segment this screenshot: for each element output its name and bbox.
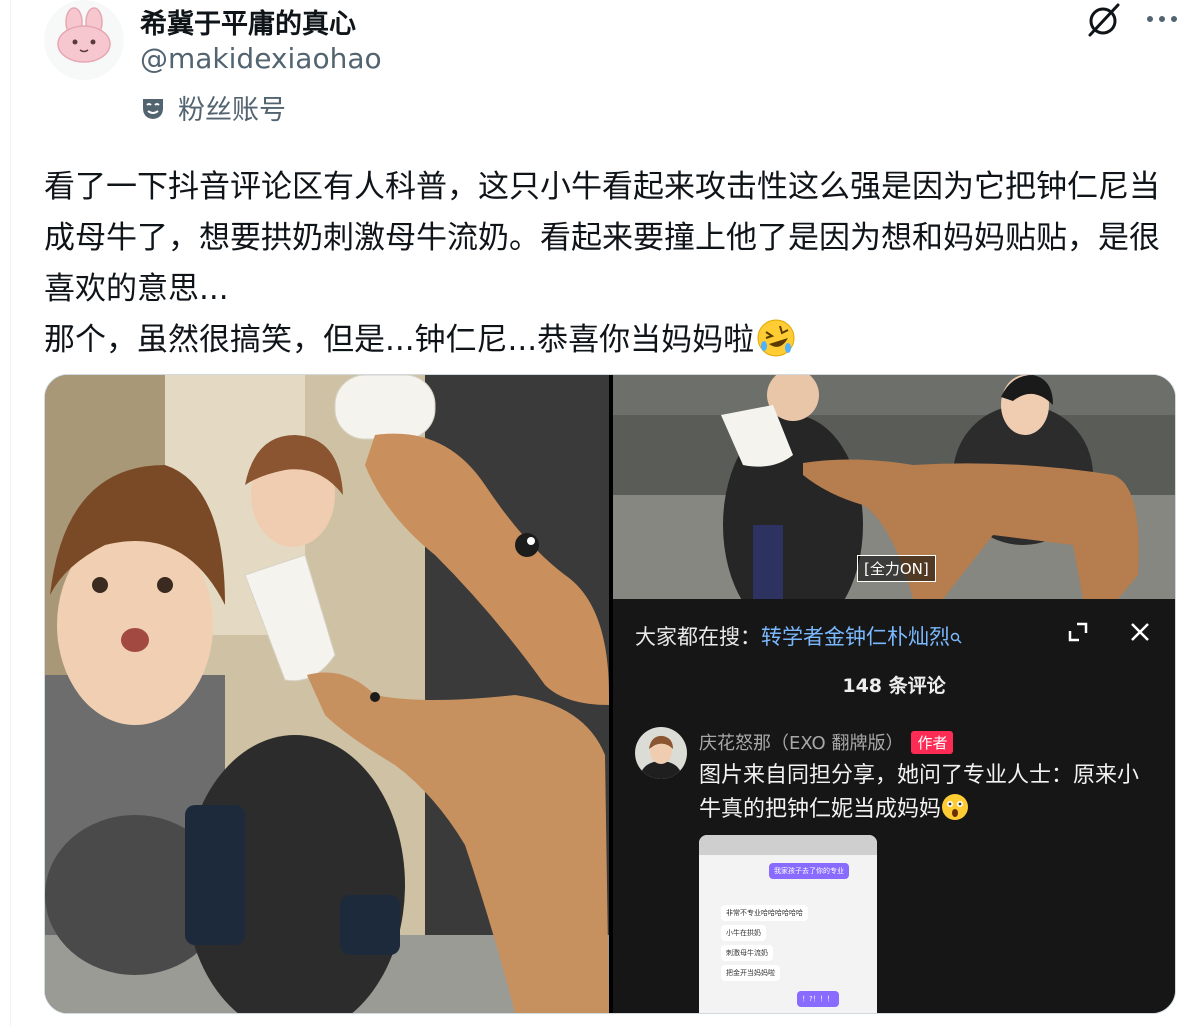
video-subtitle: [全力ON] bbox=[857, 555, 936, 582]
commenter-name: 庆花怒那（EXO 翻牌版） bbox=[699, 733, 904, 754]
timeline-divider bbox=[10, 0, 11, 1026]
commenter-row: 庆花怒那（EXO 翻牌版） 作者 bbox=[699, 729, 954, 755]
chat-bubble-reply: 非常不专业哈哈哈哈哈哈 bbox=[721, 905, 808, 921]
comment-text: 图片来自同担分享，她问了专业人士：原来小牛真的把钟仁妮当成妈妈 bbox=[699, 759, 1149, 827]
calf-feeding-photo bbox=[45, 375, 609, 1013]
avatar[interactable] bbox=[44, 0, 124, 80]
tweet-paragraph-text: 那个，虽然很搞笑，但是...钟仁尼...恭喜你当妈妈啦 bbox=[44, 322, 755, 358]
search-hint: 大家都在搜：转学者金钟仁朴灿烈 bbox=[635, 621, 962, 651]
media-grid: [全力ON] 大家都在搜：转学者金钟仁朴灿烈 148 条评论 庆花怒那（EXO … bbox=[44, 374, 1176, 1014]
chat-bubble-sent: ！?！！！ bbox=[797, 991, 839, 1007]
more-options-button[interactable] bbox=[1140, 4, 1184, 34]
tweet-paragraph: 看了一下抖音评论区有人科普，这只小牛看起来攻击性这么强是因为它把钟仁尼当成母牛了… bbox=[44, 169, 1160, 307]
expand-icon bbox=[1068, 622, 1088, 642]
chat-bubble-reply: 把金开当妈妈啦 bbox=[721, 965, 780, 981]
photo-calf-studio[interactable]: [全力ON] bbox=[613, 375, 1175, 599]
fan-account-label: 粉丝账号 bbox=[178, 95, 286, 126]
grok-button[interactable] bbox=[1084, 0, 1124, 40]
photo-calf-feeding[interactable] bbox=[45, 375, 609, 1013]
display-name[interactable]: 希冀于平庸的真心 bbox=[140, 2, 356, 41]
bunny-avatar-icon bbox=[57, 7, 111, 63]
astonished-emoji-icon bbox=[942, 794, 969, 820]
author-badge: 作者 bbox=[911, 730, 954, 754]
commenter-avatar bbox=[635, 727, 687, 779]
chat-bubble-reply: 刺激母牛流奶 bbox=[721, 945, 773, 961]
search-prefix: 大家都在搜： bbox=[635, 625, 761, 649]
search-icon bbox=[950, 632, 962, 644]
chat-bubble-sent: 我家孩子去了你的专业 bbox=[769, 863, 849, 879]
douyin-comment-panel[interactable]: 大家都在搜：转学者金钟仁朴灿烈 148 条评论 庆花怒那（EXO 翻牌版） 作者… bbox=[613, 599, 1175, 1013]
user-handle[interactable]: @makidexiaohao bbox=[140, 42, 382, 75]
tweet-paragraph-2: 那个，虽然很搞笑，但是...钟仁尼...恭喜你当妈妈啦 bbox=[44, 315, 1174, 366]
commenter-avatar-image bbox=[635, 727, 687, 779]
comment-body: 图片来自同担分享，她问了专业人士：原来小牛真的把钟仁妮当成妈妈 bbox=[699, 763, 1140, 822]
chat-screenshot: 我家孩子去了你的专业 非常不专业哈哈哈哈哈哈 小牛在拱奶 刺激母牛流奶 把金开当… bbox=[699, 835, 877, 1013]
tweet-text: 看了一下抖音评论区有人科普，这只小牛看起来攻击性这么强是因为它把钟仁尼当成母牛了… bbox=[44, 162, 1174, 366]
comment-count: 148 条评论 bbox=[842, 675, 946, 697]
search-term-link: 转学者金钟仁朴灿烈 bbox=[761, 625, 950, 649]
grok-icon bbox=[1088, 3, 1120, 37]
chat-header-blur bbox=[699, 835, 877, 855]
ellipsis-icon bbox=[1147, 16, 1177, 22]
rolling-laughing-emoji-icon bbox=[757, 319, 795, 357]
chat-bubble-reply: 小牛在拱奶 bbox=[721, 925, 766, 941]
account-label-row: 粉丝账号 bbox=[140, 88, 286, 127]
close-icon bbox=[1131, 623, 1149, 641]
mask-icon bbox=[143, 98, 163, 119]
